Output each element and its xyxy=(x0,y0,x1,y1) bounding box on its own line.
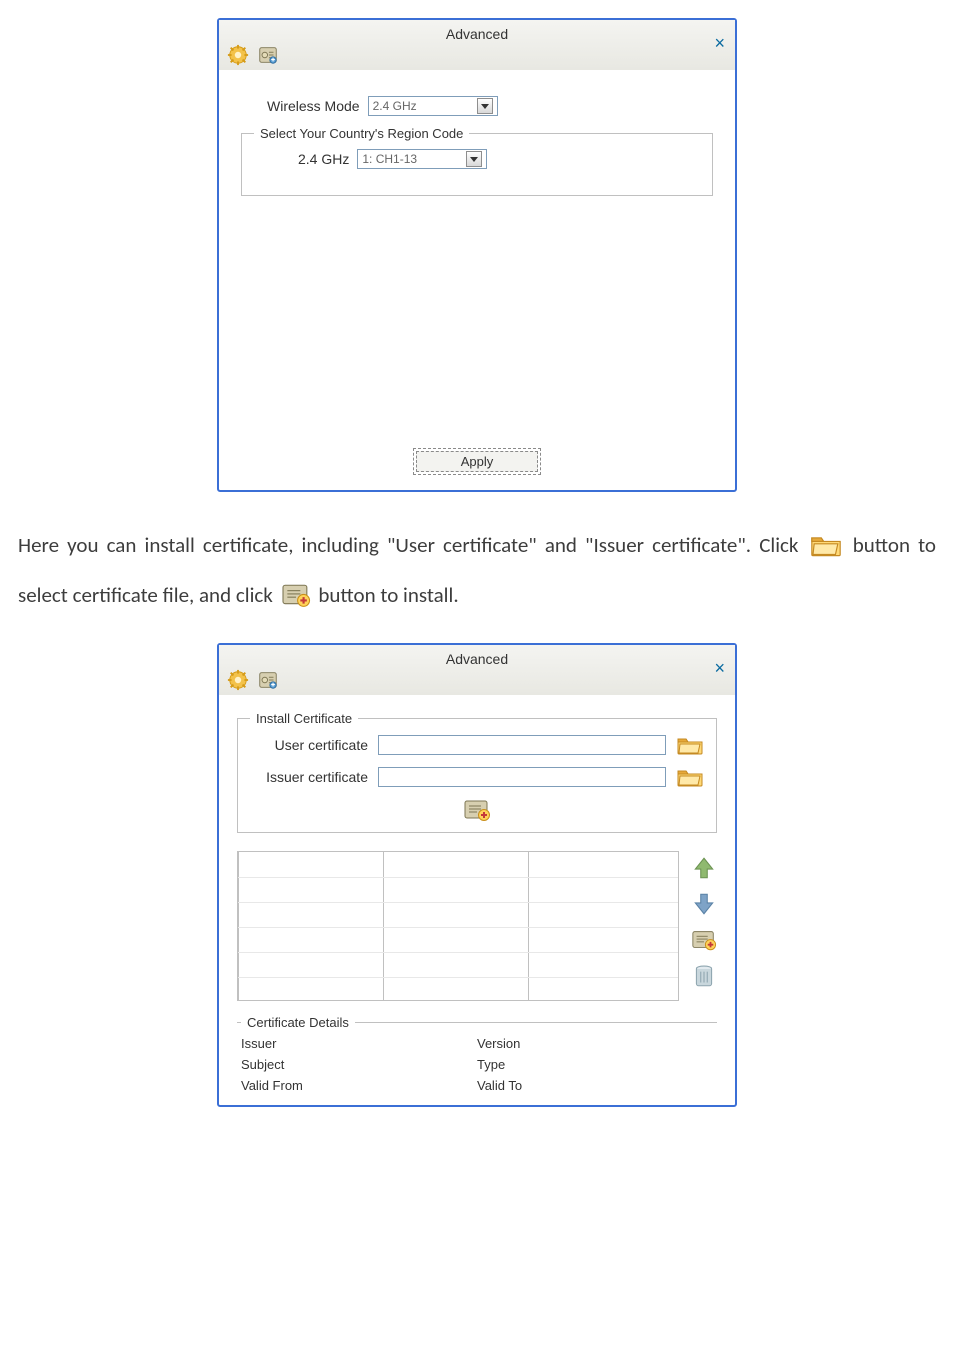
para-text-1: Here you can install certificate, includ… xyxy=(18,532,807,558)
detail-type-label: Type xyxy=(477,1057,713,1072)
wireless-mode-select[interactable]: 2.4 GHz xyxy=(368,96,498,116)
close-icon[interactable]: × xyxy=(714,34,725,52)
detail-version-label: Version xyxy=(477,1036,713,1051)
para-text-3: button to install. xyxy=(318,582,458,608)
certificate-details-group: Certificate Details Issuer Subject Valid… xyxy=(237,1015,717,1093)
region-24-label: 2.4 GHz xyxy=(298,151,349,167)
detail-valid-from-label: Valid From xyxy=(241,1078,477,1093)
region-code-group: Select Your Country's Region Code 2.4 GH… xyxy=(241,126,713,196)
close-icon[interactable]: × xyxy=(714,659,725,677)
folder-icon xyxy=(809,532,843,558)
move-up-button[interactable] xyxy=(691,855,717,881)
add-certificate-button[interactable] xyxy=(691,927,717,953)
region-24-select[interactable]: 1: CH1-13 xyxy=(357,149,487,169)
delete-certificate-button[interactable] xyxy=(691,963,717,989)
apply-button[interactable]: Apply xyxy=(416,451,539,472)
titlebar: Advanced × xyxy=(219,645,735,695)
detail-issuer-label: Issuer xyxy=(241,1036,477,1051)
dialog-title: Advanced xyxy=(446,651,508,667)
certificate-tab-icon[interactable] xyxy=(257,44,279,66)
browse-issuer-certificate-button[interactable] xyxy=(676,766,704,788)
move-down-button[interactable] xyxy=(691,891,717,917)
install-certificate-legend: Install Certificate xyxy=(250,711,358,726)
region-24-value: 1: CH1-13 xyxy=(362,152,462,166)
chevron-down-icon[interactable] xyxy=(466,151,482,167)
browse-user-certificate-button[interactable] xyxy=(676,734,704,756)
chevron-down-icon[interactable] xyxy=(477,98,493,114)
install-certificate-group: Install Certificate User certificate Iss… xyxy=(237,711,717,833)
advanced-dialog-certificate: Advanced × Install Certificate User cert… xyxy=(217,643,737,1107)
issuer-certificate-field[interactable] xyxy=(378,767,666,787)
install-certificate-button[interactable] xyxy=(463,798,491,822)
region-code-legend: Select Your Country's Region Code xyxy=(254,126,469,141)
certificate-details-legend: Certificate Details xyxy=(241,1015,355,1030)
certificate-tab-icon[interactable] xyxy=(257,669,279,691)
detail-subject-label: Subject xyxy=(241,1057,477,1072)
advanced-dialog-wireless: Advanced × Wireless Mode 2.4 GHz Select … xyxy=(217,18,737,492)
instruction-paragraph: Here you can install certificate, includ… xyxy=(18,520,936,621)
wireless-mode-label: Wireless Mode xyxy=(267,98,360,114)
gear-icon[interactable] xyxy=(227,44,249,66)
dialog-title: Advanced xyxy=(446,26,508,42)
gear-icon[interactable] xyxy=(227,669,249,691)
wireless-mode-value: 2.4 GHz xyxy=(373,99,473,113)
issuer-certificate-label: Issuer certificate xyxy=(250,769,368,785)
install-certificate-icon xyxy=(280,582,312,608)
detail-valid-to-label: Valid To xyxy=(477,1078,713,1093)
user-certificate-label: User certificate xyxy=(250,737,368,753)
user-certificate-field[interactable] xyxy=(378,735,666,755)
certificate-list[interactable] xyxy=(237,851,679,1001)
titlebar: Advanced × xyxy=(219,20,735,70)
